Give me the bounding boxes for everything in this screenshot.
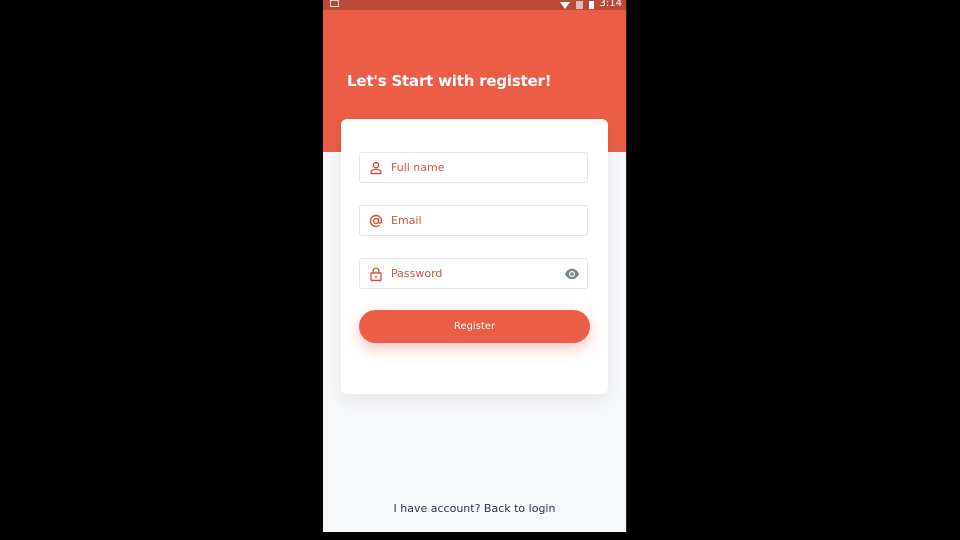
phone-edge (626, 0, 627, 532)
email-input[interactable] (391, 206, 561, 235)
battery-icon (588, 0, 594, 9)
at-sign-icon (369, 214, 383, 228)
full-name-input[interactable] (391, 153, 561, 182)
password-input[interactable] (391, 259, 561, 288)
status-time: 3:14 (599, 0, 622, 9)
password-field[interactable] (359, 258, 588, 289)
eye-icon[interactable] (564, 267, 580, 281)
lock-icon (370, 267, 382, 282)
image-icon (330, 0, 339, 7)
status-bar: 3:14 (323, 0, 626, 10)
full-name-field[interactable] (359, 152, 588, 183)
email-field[interactable] (359, 205, 588, 236)
no-sim-icon (575, 0, 583, 9)
person-icon (370, 161, 382, 175)
register-button[interactable]: Register (359, 310, 590, 343)
wifi-icon (559, 1, 570, 9)
phone-screen: 3:14 Let's Start with register! Full nam… (323, 0, 626, 532)
status-icons: 3:14 (559, 0, 622, 10)
register-card: Register (341, 119, 608, 394)
page-title: Let's Start with register! (347, 72, 552, 90)
back-to-login-link[interactable]: I have account? Back to login (323, 502, 626, 515)
